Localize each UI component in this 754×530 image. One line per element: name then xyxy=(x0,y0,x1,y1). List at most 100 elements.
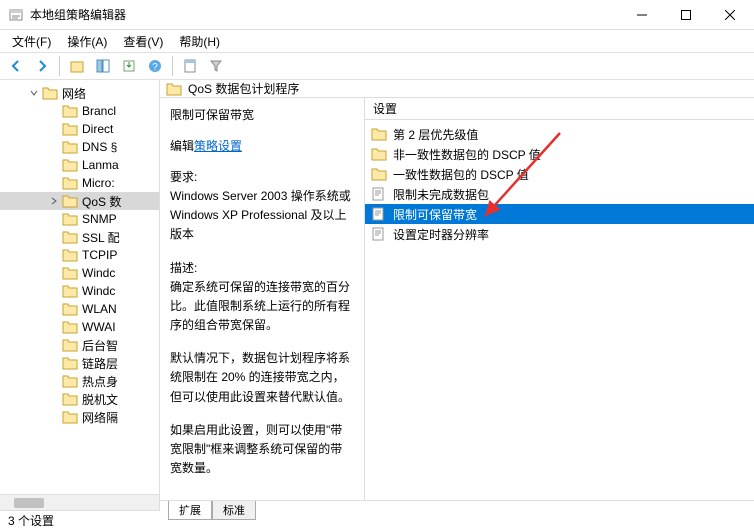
tree-item-label: SNMP xyxy=(82,212,117,226)
folder-icon xyxy=(62,230,78,244)
tree-item-label: SSL 配 xyxy=(82,229,120,246)
requirements-text: Windows Server 2003 操作系统或 Windows XP Pro… xyxy=(170,187,354,245)
policy-icon xyxy=(371,207,387,221)
tree-item-label: 链路层 xyxy=(82,355,118,372)
tree-item[interactable]: Lanma xyxy=(0,156,159,174)
up-button[interactable] xyxy=(65,54,89,78)
tree-item[interactable]: QoS 数 xyxy=(0,192,159,210)
list-item-label: 限制可保留带宽 xyxy=(393,206,477,223)
forward-button[interactable] xyxy=(30,54,54,78)
export-button[interactable] xyxy=(117,54,141,78)
folder-icon xyxy=(166,82,182,96)
twisty-placeholder xyxy=(48,123,60,135)
close-button[interactable] xyxy=(708,1,752,29)
list-item[interactable]: 一致性数据包的 DSCP 值 xyxy=(365,164,754,184)
help-button[interactable]: ? xyxy=(143,54,167,78)
twisty-placeholder xyxy=(48,231,60,243)
tree-item-label: 后台智 xyxy=(82,337,118,354)
toolbar-sep xyxy=(59,56,60,76)
menu-help[interactable]: 帮助(H) xyxy=(171,31,228,52)
twisty-placeholder xyxy=(48,375,60,387)
chevron-right-icon[interactable] xyxy=(48,195,60,207)
tree-item-label: Windc xyxy=(82,266,115,280)
tab-standard[interactable]: 标准 xyxy=(212,501,256,520)
folder-icon xyxy=(62,266,78,280)
list-item-label: 第 2 层优先级值 xyxy=(393,126,478,143)
list-item[interactable]: 非一致性数据包的 DSCP 值 xyxy=(365,144,754,164)
horizontal-scrollbar[interactable] xyxy=(0,494,159,510)
tree-item-label: Windc xyxy=(82,284,115,298)
twisty-placeholder xyxy=(48,285,60,297)
list-item[interactable]: 限制可保留带宽 xyxy=(365,204,754,224)
twisty-placeholder xyxy=(48,339,60,351)
list-header[interactable]: 设置 xyxy=(365,98,754,120)
list-item-label: 非一致性数据包的 DSCP 值 xyxy=(393,146,541,163)
show-hide-tree-button[interactable] xyxy=(91,54,115,78)
titlebar: 本地组策略编辑器 xyxy=(0,0,754,30)
list-item[interactable]: 限制未完成数据包 xyxy=(365,184,754,204)
tree-item[interactable]: 后台智 xyxy=(0,336,159,354)
tab-extended[interactable]: 扩展 xyxy=(168,501,212,520)
back-button[interactable] xyxy=(4,54,28,78)
chevron-down-icon[interactable] xyxy=(28,87,40,99)
folder-icon xyxy=(62,410,78,424)
tree-item[interactable]: WLAN xyxy=(0,300,159,318)
tree-root[interactable]: 网络 xyxy=(0,84,159,102)
folder-icon xyxy=(371,127,387,141)
list-item-label: 限制未完成数据包 xyxy=(393,186,489,203)
tree-item[interactable]: SSL 配 xyxy=(0,228,159,246)
tree-item[interactable]: Windc xyxy=(0,282,159,300)
twisty-placeholder xyxy=(48,249,60,261)
properties-button[interactable] xyxy=(178,54,202,78)
folder-icon xyxy=(62,104,78,118)
menu-file[interactable]: 文件(F) xyxy=(4,31,59,52)
tree-item[interactable]: Brancl xyxy=(0,102,159,120)
twisty-placeholder xyxy=(48,267,60,279)
twisty-placeholder xyxy=(48,303,60,315)
path-text: QoS 数据包计划程序 xyxy=(188,80,299,97)
tree-item-label: DNS § xyxy=(82,140,117,154)
tree-item[interactable]: Direct xyxy=(0,120,159,138)
twisty-placeholder xyxy=(48,357,60,369)
minimize-button[interactable] xyxy=(620,1,664,29)
tree-item[interactable]: Micro: xyxy=(0,174,159,192)
tree-item[interactable]: TCPIP xyxy=(0,246,159,264)
tree-item-label: WWAI xyxy=(82,320,116,334)
folder-icon xyxy=(62,158,78,172)
tabs-bar: 扩展 标准 xyxy=(160,500,754,520)
twisty-placeholder xyxy=(48,141,60,153)
list-item[interactable]: 第 2 层优先级值 xyxy=(365,124,754,144)
filter-button[interactable] xyxy=(204,54,228,78)
policy-icon xyxy=(371,187,387,201)
menu-action[interactable]: 操作(A) xyxy=(59,31,115,52)
tree-item[interactable]: 网络隔 xyxy=(0,408,159,426)
edit-line: 编辑策略设置 xyxy=(170,137,354,154)
folder-icon xyxy=(62,212,78,226)
twisty-placeholder xyxy=(48,393,60,405)
menu-view[interactable]: 查看(V) xyxy=(115,31,171,52)
tree-item[interactable]: SNMP xyxy=(0,210,159,228)
folder-icon xyxy=(62,392,78,406)
tree-item-label: QoS 数 xyxy=(82,193,121,210)
maximize-button[interactable] xyxy=(664,1,708,29)
tree-item-label: 网络隔 xyxy=(82,409,118,426)
tree-item-label: Brancl xyxy=(82,104,116,118)
setting-name: 限制可保留带宽 xyxy=(170,106,354,123)
folder-icon xyxy=(62,320,78,334)
twisty-placeholder xyxy=(48,177,60,189)
policy-icon xyxy=(371,227,387,241)
tree-item[interactable]: Windc xyxy=(0,264,159,282)
tree-item[interactable]: 热点身 xyxy=(0,372,159,390)
tree-item[interactable]: DNS § xyxy=(0,138,159,156)
svg-text:?: ? xyxy=(152,62,158,73)
tree-item[interactable]: WWAI xyxy=(0,318,159,336)
window-title: 本地组策略编辑器 xyxy=(30,6,620,23)
edit-policy-link[interactable]: 策略设置 xyxy=(194,139,242,153)
list-item[interactable]: 设置定时器分辨率 xyxy=(365,224,754,244)
tree-item[interactable]: 链路层 xyxy=(0,354,159,372)
folder-icon xyxy=(62,338,78,352)
list-pane: 设置 第 2 层优先级值非一致性数据包的 DSCP 值一致性数据包的 DSCP … xyxy=(365,98,754,500)
folder-icon xyxy=(42,86,58,100)
tree-item[interactable]: 脱机文 xyxy=(0,390,159,408)
tree-scroll[interactable]: 网络 Brancl Direct DNS § LanmaMicro:QoS 数 SNMP… xyxy=(0,80,159,494)
